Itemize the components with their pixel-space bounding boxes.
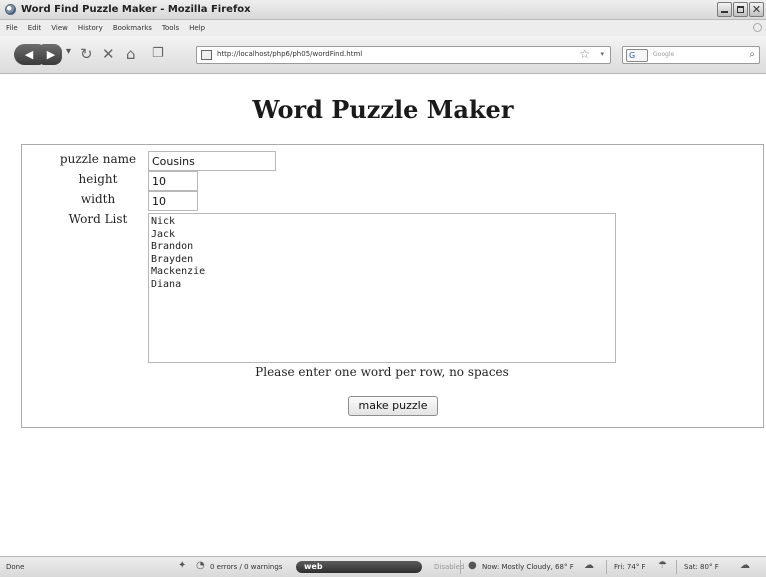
status-bar: Done ✦ ◔ 0 errors / 0 warnings web Disab…	[0, 556, 766, 577]
height-label: height	[78, 172, 118, 186]
check-icon[interactable]: ◔	[196, 560, 205, 572]
weather-sat[interactable]: Sat: 80° F	[684, 563, 719, 571]
divider	[676, 560, 677, 574]
addon-icon[interactable]: ✦	[178, 560, 186, 572]
url-text[interactable]: http://localhost/php6/ph05/wordFind.html	[217, 50, 362, 58]
stop-icon[interactable]: ✕	[102, 45, 115, 63]
rain-cloud-icon: ☂	[658, 560, 667, 571]
throbber-icon	[753, 23, 762, 32]
menu-bookmarks[interactable]: Bookmarks	[113, 24, 152, 32]
minimize-button[interactable]	[717, 2, 732, 17]
weather-now[interactable]: Now: Mostly Cloudy, 68° F	[482, 563, 574, 571]
height-input[interactable]: 10	[148, 171, 198, 191]
close-button[interactable]: ✕	[749, 2, 764, 17]
page-title: Word Puzzle Maker	[252, 95, 514, 124]
search-placeholder[interactable]: Google	[653, 51, 674, 58]
menu-view[interactable]: View	[51, 24, 68, 32]
bookmark-page-icon[interactable]: ❐	[152, 45, 164, 63]
menu-file[interactable]: File	[6, 24, 18, 32]
menu-help[interactable]: Help	[189, 24, 205, 32]
firefox-icon	[5, 4, 16, 15]
menu-tools[interactable]: Tools	[162, 24, 179, 32]
puzzle-name-input[interactable]: Cousins	[148, 151, 276, 171]
puzzle-name-label: puzzle name	[59, 152, 137, 166]
weather-icon[interactable]: ●	[468, 560, 477, 572]
home-icon[interactable]: ⌂	[126, 45, 136, 63]
word-list-label: Word List	[68, 212, 128, 226]
search-icon[interactable]: ⌕	[749, 49, 755, 60]
divider	[606, 560, 607, 574]
search-engine-icon[interactable]: G	[626, 49, 648, 62]
word-list-item: Diana	[151, 278, 182, 290]
url-dropdown-icon[interactable]: ▾	[600, 50, 604, 58]
status-text: Done	[6, 563, 25, 571]
error-count[interactable]: 0 errors / 0 warnings	[210, 563, 282, 571]
maximize-button[interactable]	[733, 2, 748, 17]
title-bar: Word Find Puzzle Maker - Mozilla Firefox…	[0, 0, 766, 20]
web-developer-label: web	[304, 562, 323, 571]
weather-fri[interactable]: Fri: 74° F	[614, 563, 646, 571]
forward-button[interactable]: ▶	[40, 44, 62, 65]
word-list-hint: Please enter one word per row, no spaces	[255, 365, 509, 379]
window-controls: ✕	[717, 2, 764, 17]
divider	[460, 560, 461, 574]
width-label: width	[80, 192, 116, 206]
word-list-item: Nick	[151, 216, 176, 227]
word-list-item: Jack	[151, 228, 176, 240]
cloud-icon: ☁	[740, 560, 750, 571]
menu-bar: File Edit View History Bookmarks Tools H…	[0, 20, 766, 36]
page-content: Word Puzzle Maker puzzle name Cousins he…	[0, 75, 766, 556]
history-dropdown-icon[interactable]: ▾	[66, 46, 71, 57]
navigation-toolbar: ◀ ▶ ▾ ↻ ✕ ⌂ ❐ http://localhost/php6/ph05…	[0, 36, 766, 74]
reload-icon[interactable]: ↻	[80, 45, 93, 63]
width-input[interactable]: 10	[148, 191, 198, 211]
web-developer-badge[interactable]: web	[296, 561, 422, 573]
word-list-textarea[interactable]: Nick Jack Brandon Brayden Mackenzie Dian…	[148, 213, 616, 363]
window-title: Word Find Puzzle Maker - Mozilla Firefox	[21, 4, 251, 15]
search-bar[interactable]: G Google ⌕	[622, 46, 760, 64]
star-icon[interactable]: ☆	[579, 47, 590, 61]
menu-history[interactable]: History	[78, 24, 103, 32]
cloud-icon: ☁	[584, 560, 594, 571]
address-bar[interactable]: http://localhost/php6/ph05/wordFind.html…	[196, 46, 611, 64]
word-list-item: Brandon	[151, 241, 194, 252]
word-list-item: Mackenzie	[151, 266, 206, 277]
menu-edit[interactable]: Edit	[28, 24, 42, 32]
word-list-item: Brayden	[151, 253, 194, 265]
make-puzzle-button[interactable]: make puzzle	[348, 396, 438, 416]
page-favicon-icon	[201, 50, 212, 60]
